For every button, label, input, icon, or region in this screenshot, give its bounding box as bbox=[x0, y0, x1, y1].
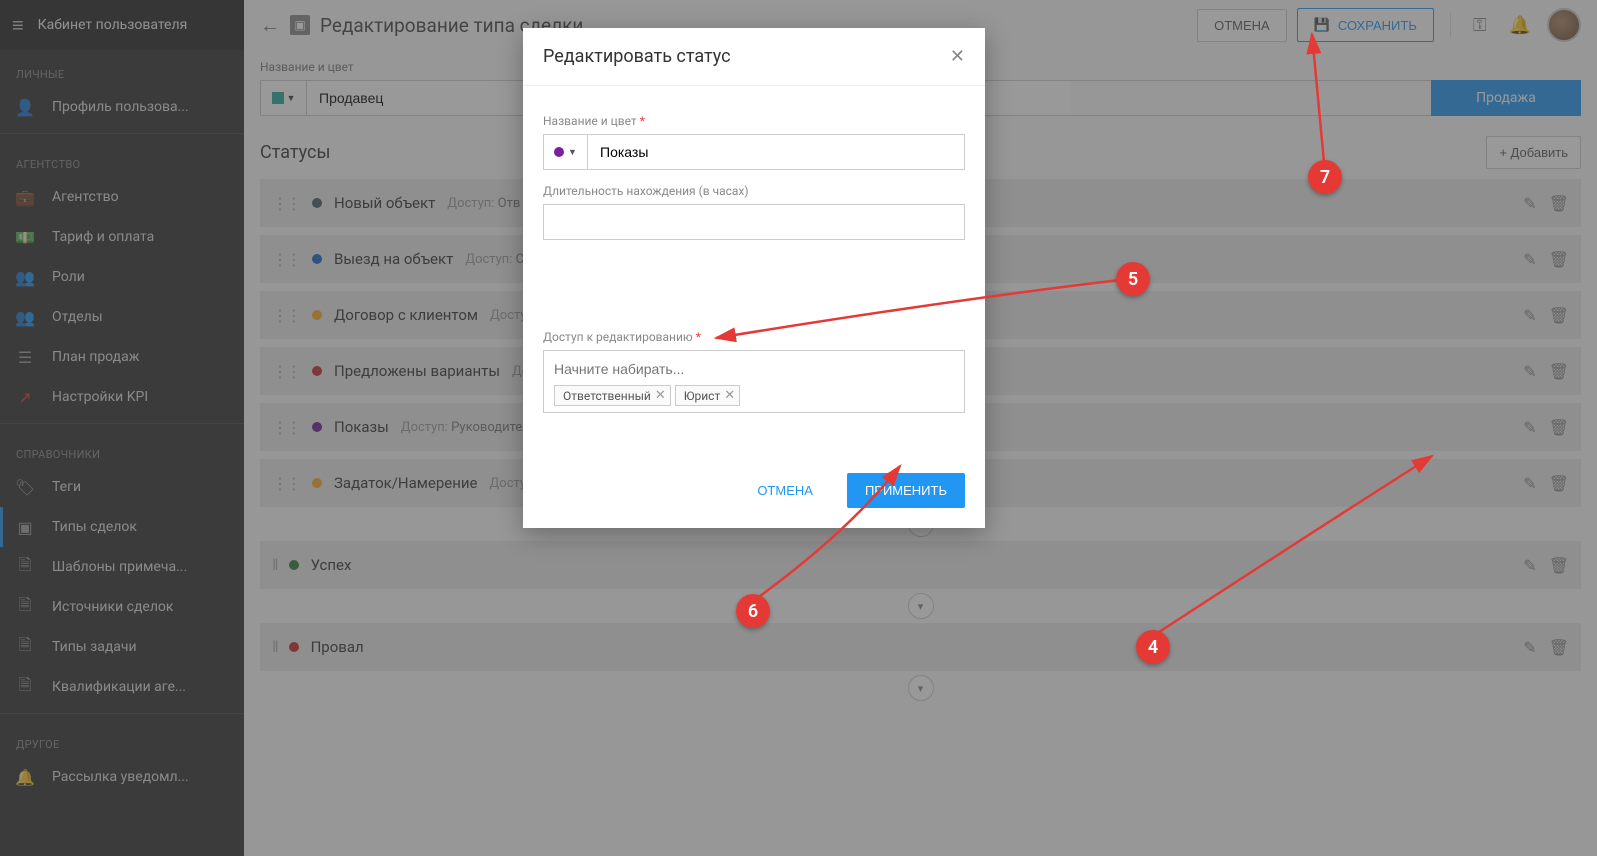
chevron-down-icon: ▼ bbox=[568, 147, 577, 158]
modal-header: Редактировать статус ✕ bbox=[523, 28, 985, 86]
modal-name-color-label: Название и цвет * bbox=[543, 114, 965, 128]
access-tag: Юрист ✕ bbox=[675, 385, 740, 406]
modal-access-input[interactable] bbox=[554, 357, 954, 381]
tag-remove-icon[interactable]: ✕ bbox=[724, 388, 735, 403]
close-icon[interactable]: ✕ bbox=[950, 46, 965, 67]
modal-name-row: ▼ bbox=[543, 134, 965, 170]
modal-footer: ОТМЕНА ПРИМЕНИТЬ bbox=[523, 453, 985, 528]
tag-label: Ответственный bbox=[563, 389, 651, 403]
modal-access-label: Доступ к редактированию * bbox=[543, 330, 965, 344]
modal-body: Название и цвет * ▼ Длительность нахожде… bbox=[523, 86, 985, 413]
color-swatch bbox=[554, 147, 564, 157]
modal-cancel-button[interactable]: ОТМЕНА bbox=[739, 473, 831, 508]
modal-apply-button[interactable]: ПРИМЕНИТЬ bbox=[847, 473, 965, 508]
edit-status-modal: Редактировать статус ✕ Название и цвет *… bbox=[523, 28, 985, 528]
tag-label: Юрист bbox=[684, 389, 720, 403]
modal-access-box[interactable]: Ответственный ✕ Юрист ✕ bbox=[543, 350, 965, 413]
modal-color-select[interactable]: ▼ bbox=[543, 134, 587, 170]
tags-row: Ответственный ✕ Юрист ✕ bbox=[554, 385, 954, 406]
modal-duration-input[interactable] bbox=[543, 204, 965, 240]
modal-name-input[interactable] bbox=[587, 134, 965, 170]
modal-duration-label: Длительность нахождения (в часах) bbox=[543, 184, 965, 198]
tag-remove-icon[interactable]: ✕ bbox=[655, 388, 666, 403]
access-tag: Ответственный ✕ bbox=[554, 385, 671, 406]
modal-title: Редактировать статус bbox=[543, 46, 950, 67]
